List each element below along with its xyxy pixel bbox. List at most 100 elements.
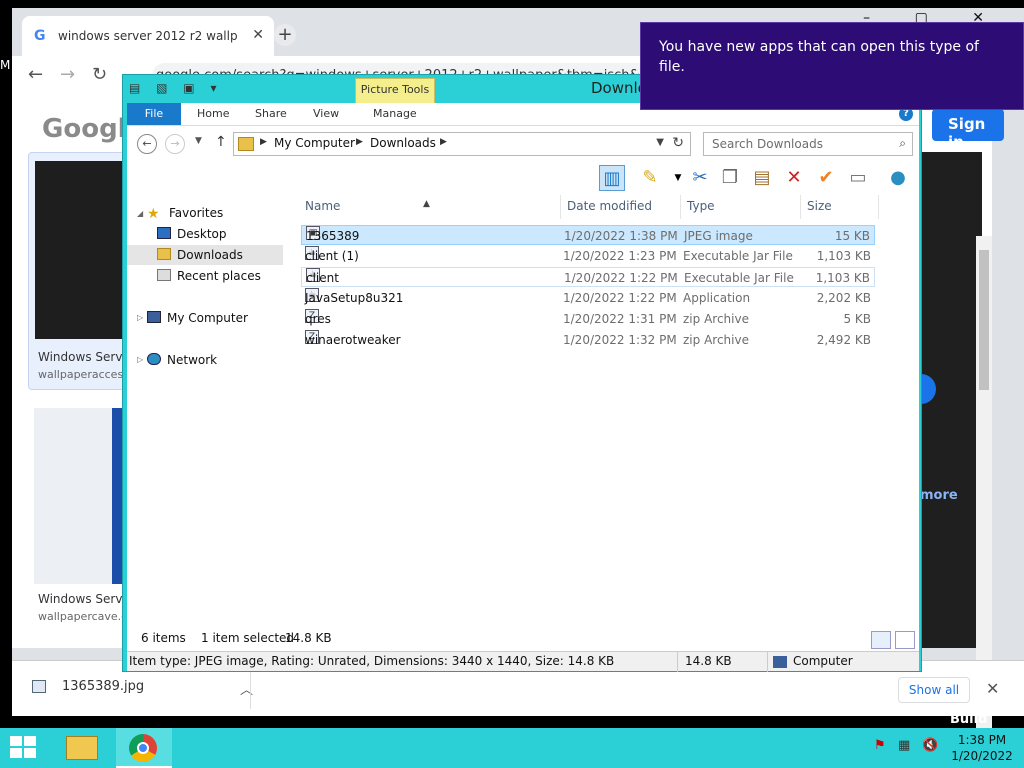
chevron-up-icon[interactable]: ︿	[240, 679, 253, 698]
expand-network-icon[interactable]: ▷	[137, 355, 143, 364]
chevron-right-icon[interactable]: ▶	[260, 137, 267, 147]
file-row[interactable]: Zwinaerotweaker 1/20/2022 1:32 PM zip Ar…	[301, 330, 875, 350]
result-image-1[interactable]	[35, 161, 127, 339]
column-header-name[interactable]: Name ▲	[299, 195, 561, 219]
nav-my-computer[interactable]: My Computer	[147, 308, 248, 328]
delete-icon[interactable]: ✕	[781, 165, 807, 191]
item-details: Item type: JPEG image, Rating: Unrated, …	[129, 654, 615, 668]
forward-icon[interactable]: →	[165, 134, 185, 154]
explorer-body: ◢ ★ Favorites Desktop Downloads Recent pl…	[127, 195, 919, 627]
refresh-icon[interactable]: ↻	[672, 135, 684, 151]
properties-icon[interactable]: ✎	[637, 165, 663, 191]
more-link[interactable]: more	[920, 488, 958, 503]
file-row[interactable]: ☕ client 1/20/2022 1:22 PM Executable Jar…	[301, 267, 875, 287]
recent-locations-chevron-icon[interactable]: ▼	[195, 136, 202, 146]
new-tab-button[interactable]: +	[274, 24, 296, 46]
select-icon[interactable]: ▭	[845, 165, 871, 191]
column-header-size[interactable]: Size	[801, 195, 879, 219]
download-filename: 1365389.jpg	[62, 679, 145, 694]
speaker-muted-icon[interactable]: 🔇	[922, 738, 938, 753]
tab-manage[interactable]: Manage	[373, 103, 417, 125]
result-source-2: wallpapercave.co	[38, 610, 134, 623]
result-caption-1[interactable]: Windows Server	[38, 350, 135, 364]
file-row[interactable]: ☕ client (1) 1/20/2022 1:23 PM Executable…	[301, 246, 875, 266]
file-explorer-window[interactable]: ▤ ▧ ▣ ▾ Picture Tools Downlo File Home S…	[122, 74, 922, 672]
clock-time: 1:38 PM	[957, 733, 1007, 747]
reload-icon[interactable]: ↻	[92, 64, 107, 85]
nav-favorites[interactable]: ★ Favorites	[147, 203, 223, 223]
rename-check-icon[interactable]: ✔	[813, 165, 839, 191]
network-tray-icon[interactable]: ▦	[898, 738, 910, 753]
paste-icon[interactable]: ▤	[749, 165, 775, 191]
sign-in-button[interactable]: Sign in	[932, 109, 1004, 151]
preview-pane-icon[interactable]: ▥	[599, 165, 625, 191]
navigation-pane: ◢ ★ Favorites Desktop Downloads Recent pl…	[127, 195, 287, 627]
desktop-icon	[157, 227, 171, 239]
nav-downloads[interactable]: Downloads	[127, 245, 283, 265]
back-icon[interactable]: ←	[137, 134, 157, 154]
large-icons-view-icon[interactable]	[895, 631, 915, 649]
shell-icon[interactable]: ●	[885, 165, 911, 191]
explorer-navbar: ← → ▼ ↑ ▶ My Computer ▶ Downloads ▶ ▼ ↻ …	[127, 125, 919, 161]
sort-ascending-icon: ▲	[423, 199, 430, 209]
close-download-shelf-icon[interactable]: ✕	[986, 679, 999, 698]
up-arrow-icon[interactable]: ↑	[215, 134, 227, 150]
search-icon[interactable]: ⌕	[899, 136, 906, 151]
copy-icon[interactable]: ❐	[717, 165, 743, 191]
quick-access-toolbar[interactable]: ▤ ▧ ▣ ▾	[129, 81, 222, 95]
search-placeholder: Search Downloads	[712, 137, 823, 151]
details-view-icon[interactable]	[871, 631, 891, 649]
selected-count: 1 item selected	[201, 631, 295, 645]
tab-file[interactable]: File	[127, 103, 181, 125]
picture-tools-tab[interactable]: Picture Tools	[355, 78, 435, 104]
downloads-folder-icon	[157, 248, 171, 260]
cut-icon[interactable]: ✂	[687, 165, 713, 191]
downloads-folder-icon	[238, 137, 254, 151]
address-dropdown-icon[interactable]: ▼	[656, 137, 664, 148]
tab-close-icon[interactable]: ✕	[252, 27, 264, 43]
taskbar-file-explorer[interactable]	[54, 728, 110, 768]
nav-recent-places[interactable]: Recent places	[157, 266, 261, 286]
desktop-label-left: M	[0, 58, 11, 72]
window-title: Downlo	[591, 79, 647, 97]
expand-computer-icon[interactable]: ▷	[137, 313, 143, 322]
command-toolbar: ▥ ✎ ▼ ✂ ❐ ▤ ✕ ✔ ▭ ●	[127, 161, 919, 195]
nav-network[interactable]: Network	[147, 350, 217, 370]
file-row[interactable]: ☕ JavaSetup8u321 1/20/2022 1:22 PM Applic…	[301, 288, 875, 308]
windows-start-icon[interactable]	[10, 736, 38, 760]
notification-toast[interactable]: You have new apps that can open this typ…	[640, 22, 1024, 110]
system-clock[interactable]: 1:38 PM 1/20/2022	[950, 732, 1014, 764]
status-bar: 6 items 1 item selected 14.8 KB	[127, 627, 919, 651]
breadcrumb-my-computer[interactable]: My Computer	[274, 136, 355, 150]
tab-home[interactable]: Home	[197, 103, 229, 125]
computer-icon	[773, 656, 787, 668]
details-bar: Item type: JPEG image, Rating: Unrated, …	[127, 651, 919, 672]
result-caption-2[interactable]: Windows Server	[38, 592, 135, 606]
chevron-right-icon[interactable]: ▶	[356, 137, 363, 147]
breadcrumb-downloads[interactable]: Downloads	[370, 136, 436, 150]
address-bar[interactable]: ▶ My Computer ▶ Downloads ▶ ▼ ↻	[233, 132, 691, 156]
tab-view[interactable]: View	[313, 103, 339, 125]
details-size: 14.8 KB	[685, 654, 732, 668]
star-icon: ★	[147, 206, 160, 222]
tab-share[interactable]: Share	[255, 103, 287, 125]
toast-message: You have new apps that can open this typ…	[659, 39, 979, 75]
result-source-1: wallpaperaccess	[38, 368, 129, 381]
show-all-button[interactable]: Show all	[898, 677, 970, 703]
column-header-date[interactable]: Date modified	[561, 195, 681, 219]
forward-arrow-icon[interactable]: →	[60, 64, 75, 85]
chevron-right-icon[interactable]: ▶	[440, 137, 447, 147]
expand-favorites-icon[interactable]: ◢	[137, 209, 143, 218]
column-header-type[interactable]: Type	[681, 195, 801, 219]
image-result-2[interactable]	[34, 408, 122, 584]
back-arrow-icon[interactable]: ←	[28, 64, 43, 85]
computer-icon	[147, 311, 161, 323]
search-box[interactable]: Search Downloads ⌕	[703, 132, 913, 156]
file-list: Name ▲ Date modified Type Size ▣ 1365389 1…	[299, 195, 879, 627]
browser-tab[interactable]: G windows server 2012 r2 wallpaper ✕	[22, 16, 274, 56]
nav-desktop[interactable]: Desktop	[157, 224, 227, 244]
taskbar-chrome[interactable]	[116, 728, 172, 768]
action-center-flag-icon[interactable]: ⚑	[874, 738, 886, 753]
file-row[interactable]: Zqres 1/20/2022 1:31 PM zip Archive 5 KB	[301, 309, 875, 329]
file-row[interactable]: ▣ 1365389 1/20/2022 1:38 PM JPEG image 15…	[301, 225, 875, 245]
